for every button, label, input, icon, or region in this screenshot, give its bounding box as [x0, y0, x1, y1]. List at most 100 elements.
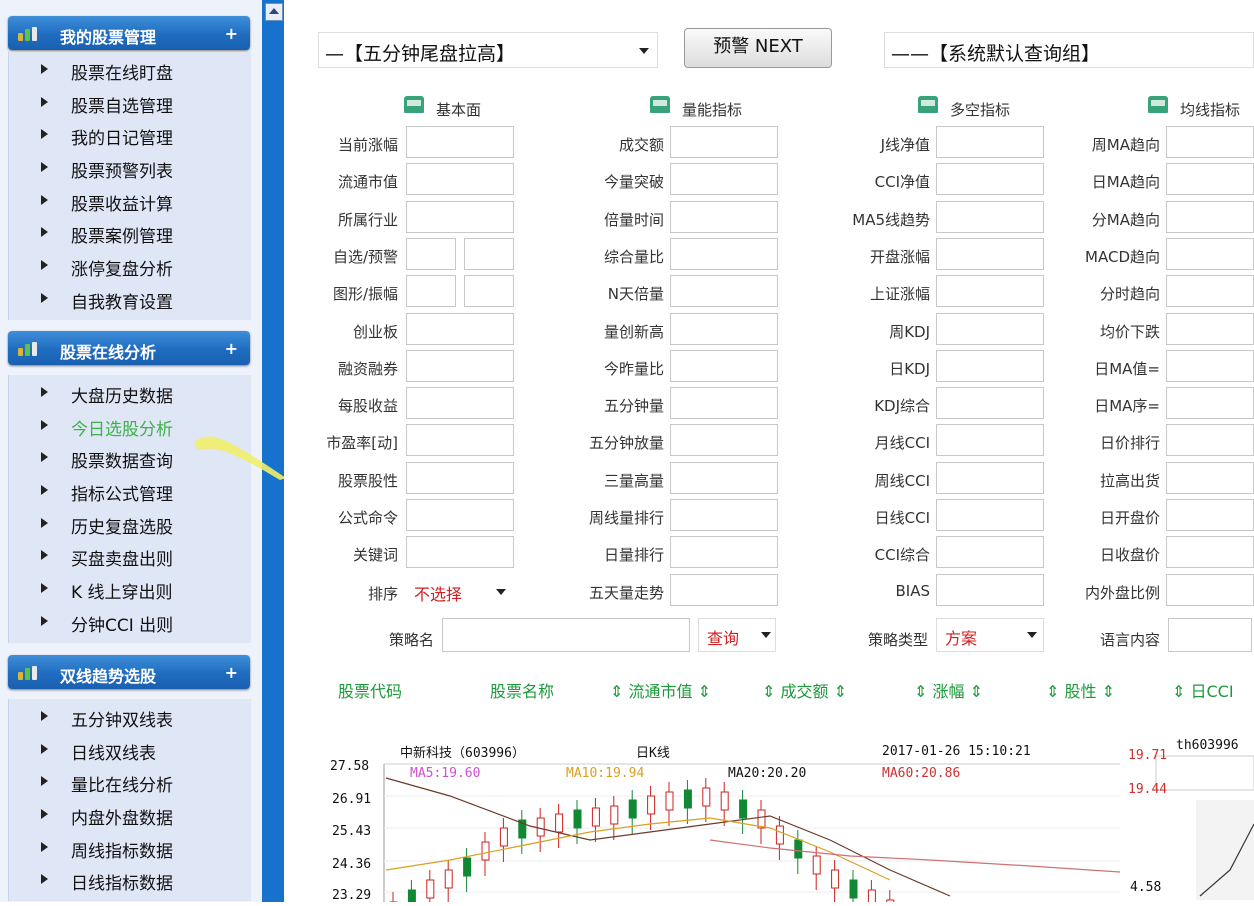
sidebar-item[interactable]: 买盘卖盘出则 [9, 538, 251, 571]
field-input[interactable] [670, 312, 778, 345]
sidebar-item[interactable]: 量比在线分析 [9, 764, 251, 797]
next-button[interactable]: 预警 NEXT [684, 28, 832, 68]
field-input[interactable] [406, 200, 514, 233]
expand-icon[interactable]: + [225, 24, 238, 43]
field-input[interactable] [670, 424, 778, 457]
field-input[interactable] [936, 126, 1044, 158]
sidebar-item[interactable]: 股票收益计算 [9, 183, 251, 216]
field-input[interactable] [936, 424, 1044, 457]
field-input[interactable] [670, 499, 778, 531]
field-input[interactable] [1166, 275, 1254, 308]
field-input[interactable] [936, 163, 1044, 196]
scroll-up-arrow-icon[interactable] [265, 3, 283, 21]
field-input[interactable] [1166, 461, 1254, 494]
field-input[interactable] [670, 536, 778, 569]
sidebar-item[interactable]: 大盘历史数据 [9, 375, 251, 408]
field-input[interactable] [1166, 200, 1254, 233]
field-label: 量创新高 [603, 322, 664, 341]
field-input[interactable] [406, 275, 456, 308]
result-column-header[interactable]: 股票名称 [490, 678, 554, 702]
field-input[interactable] [406, 126, 514, 158]
result-column-header[interactable]: ⇕ 日CCI [1172, 678, 1234, 702]
field-input[interactable] [936, 237, 1044, 270]
field-input[interactable] [406, 461, 514, 494]
field-input[interactable] [1166, 499, 1254, 531]
strategy-type-select[interactable]: 方案 [936, 618, 1044, 652]
sort-select[interactable]: 不选择 [414, 581, 462, 605]
field-label: 今昨量比 [603, 359, 664, 378]
field-input[interactable] [1166, 536, 1254, 569]
strategy-name-input[interactable] [442, 618, 690, 652]
sidebar-item[interactable]: 周线指标数据 [9, 830, 251, 863]
field-input[interactable] [464, 275, 514, 308]
field-input[interactable] [670, 237, 778, 270]
sidebar-item[interactable]: K 线上穿出则 [9, 571, 251, 604]
field-input[interactable] [1166, 387, 1254, 420]
field-input[interactable] [670, 200, 778, 233]
sidebar-section-header[interactable]: 股票在线分析 + [8, 331, 250, 365]
sidebar-item[interactable]: 涨停复盘分析 [9, 248, 251, 281]
sidebar-item[interactable]: 股票案例管理 [9, 215, 251, 248]
ma20-label: MA20:20.20 [728, 766, 807, 781]
field-input[interactable] [936, 200, 1044, 233]
query-button[interactable]: 查询 [698, 618, 776, 652]
field-input[interactable] [1166, 573, 1254, 606]
field-input[interactable] [1166, 126, 1254, 158]
field-input[interactable] [936, 275, 1044, 308]
result-column-header[interactable]: ⇕ 成交额 ⇕ [762, 678, 847, 702]
sidebar-item[interactable]: 五分钟双线表 [9, 699, 251, 732]
field-input[interactable] [936, 573, 1044, 606]
field-label: 内外盘比例 [1084, 583, 1160, 602]
sidebar-item[interactable]: 股票预警列表 [9, 150, 251, 183]
field-input[interactable] [1166, 237, 1254, 270]
field-input[interactable] [670, 126, 778, 158]
sidebar-section-header[interactable]: 我的股票管理 + [8, 16, 250, 50]
kline-chart[interactable]: 中新科技（603996） 日K线 2017-01-26 15:10:21 MA5… [330, 720, 1254, 906]
sidebar-item[interactable]: 日线指标数据 [9, 862, 251, 895]
result-column-header[interactable]: ⇕ 涨幅 ⇕ [914, 678, 983, 702]
result-column-header[interactable]: 股票代码 [338, 678, 402, 702]
result-column-header[interactable]: ⇕ 股性 ⇕ [1046, 678, 1115, 702]
field-input[interactable] [406, 163, 514, 196]
field-input[interactable] [670, 387, 778, 420]
field-input[interactable] [406, 424, 514, 457]
sidebar-item[interactable]: 我的日记管理 [9, 117, 251, 150]
field-input[interactable] [406, 499, 514, 531]
sidebar-item[interactable]: 日线双线表 [9, 732, 251, 765]
field-input[interactable] [670, 275, 778, 308]
expand-icon[interactable]: + [225, 339, 238, 358]
sidebar-item[interactable]: 内盘外盘数据 [9, 797, 251, 830]
field-input[interactable] [1166, 349, 1254, 382]
expand-icon[interactable]: + [225, 663, 238, 682]
field-input[interactable] [936, 312, 1044, 345]
field-input[interactable] [1166, 163, 1254, 196]
result-column-header[interactable]: ⇕ 流通市值 ⇕ [610, 678, 711, 702]
field-input[interactable] [936, 461, 1044, 494]
sidebar-item[interactable]: 股票自选管理 [9, 85, 251, 118]
field-input[interactable] [406, 237, 456, 270]
field-input[interactable] [406, 312, 514, 345]
field-input[interactable] [464, 237, 514, 270]
sidebar-item[interactable]: 自我教育设置 [9, 281, 251, 314]
field-input[interactable] [670, 349, 778, 382]
field-input[interactable] [406, 349, 514, 382]
field-input[interactable] [670, 573, 778, 606]
field-input[interactable] [670, 461, 778, 494]
field-input[interactable] [1166, 424, 1254, 457]
field-input[interactable] [1166, 312, 1254, 345]
field-label: 周MA趋向 [1091, 136, 1160, 154]
sidebar-section-header[interactable]: 双线趋势选股 + [8, 655, 250, 689]
field-input[interactable] [936, 349, 1044, 382]
sidebar-item[interactable]: 股票在线盯盘 [9, 52, 251, 85]
sidebar-item[interactable]: 分钟CCI 出则 [9, 604, 251, 637]
sidebar-item[interactable]: 历史复盘选股 [9, 506, 251, 539]
field-input[interactable] [406, 536, 514, 569]
field-input[interactable] [936, 499, 1044, 531]
field-input[interactable] [936, 536, 1044, 569]
field-input[interactable] [936, 387, 1044, 420]
query-group-select[interactable]: ——【系统默认查询组】 [884, 32, 1254, 68]
strategy-select[interactable]: —【五分钟尾盘拉高】 [318, 32, 658, 68]
field-input[interactable] [670, 163, 778, 196]
field-input[interactable] [406, 387, 514, 420]
memo-input[interactable] [1168, 618, 1252, 652]
